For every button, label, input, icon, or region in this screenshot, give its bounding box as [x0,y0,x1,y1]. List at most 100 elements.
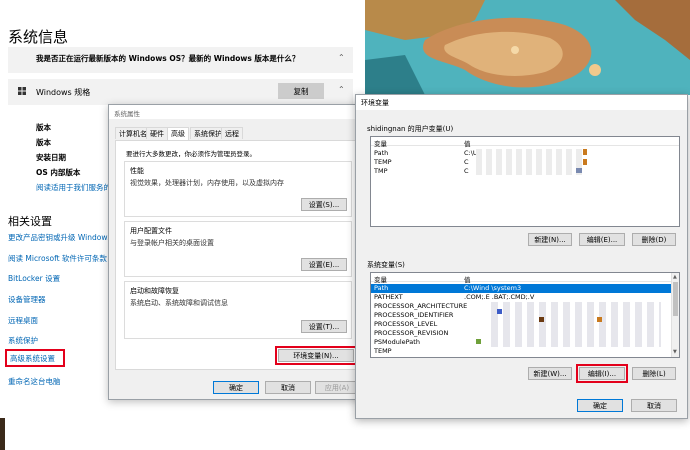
performance-settings-button[interactable]: 设置(S)... [301,198,347,211]
redacted-block [491,302,661,347]
ok-button[interactable]: 确定 [213,381,259,394]
spec-title: Windows 规格 [36,88,91,97]
dialog-title: 系统属性 [114,110,140,118]
tab-hardware[interactable]: 硬件 [146,127,168,139]
environment-variables-button[interactable]: 环境变量(N)... [275,346,357,365]
tab-remote[interactable]: 远程 [221,127,243,139]
system-var-value: C:\Wind \system3 [464,284,522,292]
faq-item[interactable]: 我是否正在运行最新版本的 Windows OS？最新的 Windows 版本是什… [8,47,353,73]
system-vars-label: 系统变量(S) [367,261,405,269]
system-var-name: TEMP [374,347,392,355]
user-var-value: C [464,158,469,166]
scroll-up-arrow-icon[interactable]: ▲ [673,274,677,280]
change-product-key-link[interactable]: 更改产品密钥或升级 Windows [8,232,111,243]
user-var-name: TEMP [374,158,392,166]
system-vars-list[interactable]: 变量 值 Path C:\Wind \system3 PATHEXT .COM;… [370,272,680,358]
redacted-block [583,149,587,155]
startup-recovery-title: 启动和故障恢复 [130,287,179,295]
user-vars-list[interactable]: 变量 值 Path C:\U: TEMP C TMP C [370,136,680,227]
col-value: 值 [464,140,471,148]
system-protection-link[interactable]: 系统保护 [8,335,38,346]
copy-button[interactable]: 复制 [278,83,324,99]
related-settings-title: 相关设置 [8,215,52,228]
spec-label: OS 内部版本 [36,168,81,177]
system-vars-header: 变量 值 [371,273,679,284]
faq-text: 我是否正在运行最新版本的 Windows OS？最新的 Windows 版本是什… [36,54,300,63]
system-var-row[interactable]: PATHEXT .COM;.E .BAT;.CMD;.V [371,293,679,302]
env-cancel-button[interactable]: 取消 [631,399,677,412]
redacted-block [497,309,502,314]
redacted-block [476,339,481,344]
page-title: 系统信息 [8,28,69,46]
spec-label: 版本 [36,138,51,147]
user-vars-header: 变量 值 [371,137,679,148]
chevron-up-icon: ⌃ [338,85,345,94]
license-terms-link[interactable]: 阅读 Microsoft 软件许可条款 [8,253,107,264]
system-delete-button[interactable]: 删除(L) [632,367,676,380]
performance-group: 性能 视觉效果，处理器计划，内存使用，以及虚拟内存 设置(S)... [124,161,352,217]
system-var-name: PATHEXT [374,293,403,301]
spec-label: 安装日期 [36,153,66,162]
performance-desc: 视觉效果，处理器计划，内存使用，以及虚拟内存 [130,179,284,187]
system-new-button[interactable]: 新建(W)... [528,367,572,380]
col-variable: 变量 [374,276,387,284]
desktop-wallpaper [365,0,690,95]
tab-advanced[interactable]: 高级 [167,127,189,140]
system-var-name: PROCESSOR_REVISION [374,329,449,337]
windows-logo-icon [18,87,26,95]
system-properties-dialog: 系统属性 计算机名 硬件 高级 系统保护 远程 要进行大多数更改，你必须作为管理… [108,104,364,400]
redacted-block [597,317,602,322]
system-var-row-selected[interactable]: Path C:\Wind \system3 [371,284,679,293]
taskbar-edge [0,418,5,450]
device-manager-link[interactable]: 设备管理器 [8,294,46,305]
user-var-name: Path [374,149,389,157]
admin-note: 要进行大多数更改，你必须作为管理员登录。 [126,150,256,158]
system-var-name: PROCESSOR_IDENTIFIER [374,311,454,319]
user-edit-button[interactable]: 编辑(E)... [579,233,625,246]
env-title: 环境变量 [361,99,389,107]
redacted-block [476,149,586,175]
bitlocker-link[interactable]: BitLocker 设置 [8,273,60,284]
startup-recovery-desc: 系统启动、系统故障和调试信息 [130,299,228,307]
user-profiles-group: 用户配置文件 与登录帐户相关的桌面设置 设置(E)... [124,221,352,277]
env-ok-button[interactable]: 确定 [577,399,623,412]
performance-title: 性能 [130,167,144,175]
startup-recovery-settings-button[interactable]: 设置(T)... [301,320,347,333]
user-profiles-settings-button[interactable]: 设置(E)... [301,258,347,271]
services-link[interactable]: 阅读适用于我们服务的 [36,182,111,193]
system-var-row[interactable]: TEMP [371,347,679,356]
chevron-up-icon: ⌃ [338,53,345,62]
system-var-value: .COM;.E .BAT;.CMD;.V [464,293,535,301]
user-profiles-title: 用户配置文件 [130,227,172,235]
redacted-block [583,159,587,165]
user-var-name: TMP [374,167,388,175]
tab-panel: 要进行大多数更改，你必须作为管理员登录。 性能 视觉效果，处理器计划，内存使用，… [115,140,359,370]
remote-desktop-link[interactable]: 远程桌面 [8,315,38,326]
user-var-value: C [464,167,469,175]
scroll-thumb[interactable] [673,282,678,316]
tab-strip: 计算机名 硬件 高级 系统保护 远程 [115,127,359,140]
redacted-block [576,168,582,173]
system-var-name: PSModulePath [374,338,420,346]
environment-variables-dialog: 环境变量 shidingnan 的用户变量(U) 变量 值 Path C:\U:… [355,94,688,419]
user-profiles-desc: 与登录帐户相关的桌面设置 [130,239,214,247]
advanced-system-settings-link[interactable]: 高级系统设置 [5,349,65,367]
system-var-name: PROCESSOR_ARCHITECTURE [374,302,468,310]
apply-button[interactable]: 应用(A) [315,381,359,394]
user-delete-button[interactable]: 删除(D) [632,233,676,246]
system-var-name: PROCESSOR_LEVEL [374,320,438,328]
col-value: 值 [464,276,471,284]
user-vars-label: shidingnan 的用户变量(U) [367,125,454,133]
redacted-block [539,317,544,322]
col-variable: 变量 [374,140,387,148]
scroll-down-arrow-icon[interactable]: ▼ [673,349,677,355]
system-vars-scrollbar[interactable]: ▲ ▼ [671,273,679,357]
system-edit-button[interactable]: 编辑(I)... [576,364,628,383]
cancel-button[interactable]: 取消 [265,381,311,394]
dialog-titlebar[interactable]: 系统属性 [109,105,363,119]
env-titlebar[interactable]: 环境变量 [356,95,687,110]
rename-pc-link[interactable]: 重命名这台电脑 [8,376,61,387]
startup-recovery-group: 启动和故障恢复 系统启动、系统故障和调试信息 设置(T)... [124,281,352,339]
spec-header[interactable]: Windows 规格 复制 ⌃ [8,79,353,105]
user-new-button[interactable]: 新建(N)... [528,233,572,246]
